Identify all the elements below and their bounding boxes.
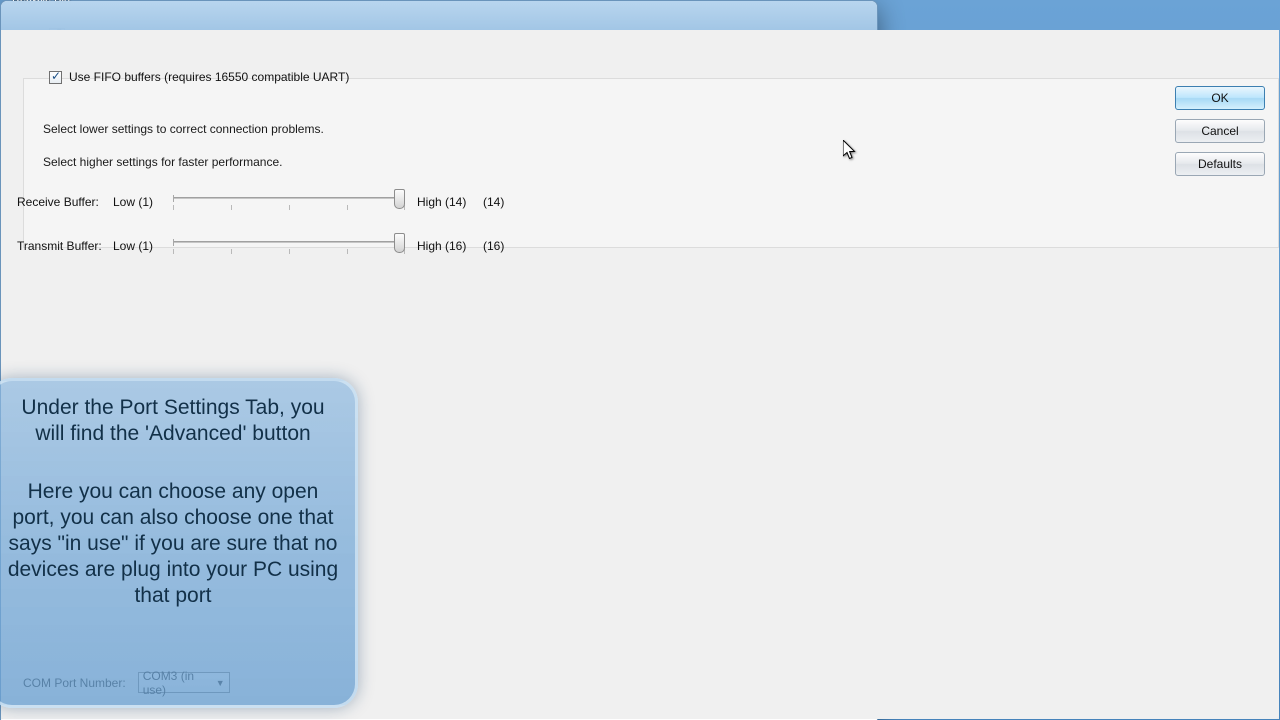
caption-overlay: Under the Port Settings Tab, you will fi…	[0, 378, 358, 708]
receive-buffer-label: Receive Buffer:	[17, 195, 99, 209]
transmit-buffer-slider[interactable]	[173, 233, 405, 259]
transmit-buffer-value: (16)	[483, 239, 505, 253]
receive-buffer-value: (14)	[483, 195, 505, 209]
caption-paragraph-2: Here you can choose any open port, you c…	[7, 480, 339, 607]
transmit-buffer-label: Transmit Buffer:	[17, 239, 102, 253]
advanced-ok-button[interactable]: OK	[1175, 86, 1265, 110]
receive-buffer-slider-thumb[interactable]	[394, 189, 405, 209]
caption-paragraph-1: Under the Port Settings Tab, you will fi…	[21, 396, 325, 445]
advanced-note-higher: Select higher settings for faster perfor…	[43, 155, 283, 169]
fifo-checkbox-row[interactable]: Use FIFO buffers (requires 16550 compati…	[49, 69, 350, 84]
receive-buffer-high-label: High (14)	[417, 195, 467, 209]
receive-buffer-low-label: Low (1)	[113, 195, 154, 209]
advanced-note-lower: Select lower settings to correct connect…	[43, 122, 324, 136]
transmit-buffer-low-label: Low (1)	[113, 239, 154, 253]
advanced-button-column: OK Cancel Defaults	[1175, 86, 1265, 176]
transmit-buffer-slider-thumb[interactable]	[394, 233, 405, 253]
receive-buffer-slider[interactable]	[173, 189, 405, 215]
fifo-checkbox-label: Use FIFO buffers (requires 16550 compati…	[69, 70, 350, 84]
receive-buffer-slider-row: Receive Buffer: Low (1) High (14) (14)	[17, 188, 1279, 216]
advanced-defaults-button[interactable]: Defaults	[1175, 152, 1265, 176]
fifo-checkbox[interactable]	[49, 69, 62, 84]
transmit-buffer-slider-row: Transmit Buffer: Low (1) High (16) (16)	[17, 232, 1279, 260]
transmit-buffer-high-label: High (16)	[417, 239, 467, 253]
advanced-cancel-button[interactable]: Cancel	[1175, 119, 1265, 143]
